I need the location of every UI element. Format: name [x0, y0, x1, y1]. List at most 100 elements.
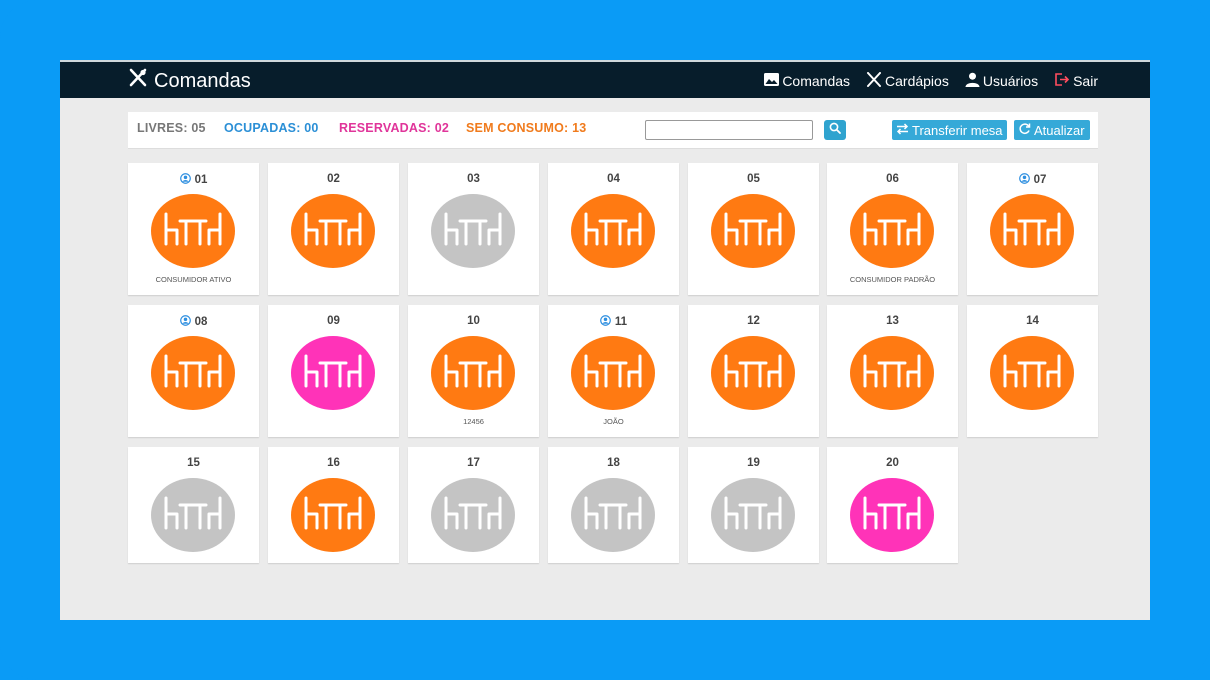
- nav-cardapios[interactable]: Cardápios: [866, 72, 949, 90]
- table-chairs-icon: [442, 209, 504, 254]
- table-card[interactable]: 06 CONSUMIDOR PADRÃO: [827, 163, 958, 295]
- utensils-icon: [128, 68, 154, 94]
- table-caption: CONSUMIDOR ATIVO: [155, 275, 232, 284]
- table-caption: CONSUMIDOR PADRÃO: [849, 275, 936, 284]
- table-number: 02: [268, 173, 399, 185]
- table-card[interactable]: 17: [408, 447, 539, 563]
- table-status-circle[interactable]: [151, 336, 235, 410]
- nav-usuarios[interactable]: Usuários: [965, 72, 1038, 90]
- table-chairs-icon: [722, 493, 784, 538]
- transfer-table-label: Transferir mesa: [912, 122, 1003, 138]
- table-number-text: 19: [747, 457, 760, 469]
- table-chairs-icon: [722, 209, 784, 254]
- table-number-text: 02: [327, 173, 340, 185]
- user-circle-icon: [179, 315, 195, 329]
- table-status-circle[interactable]: [571, 336, 655, 410]
- table-status-circle[interactable]: [431, 478, 515, 552]
- table-card[interactable]: 04: [548, 163, 679, 295]
- table-chairs-icon: [861, 493, 923, 538]
- table-status-circle[interactable]: [571, 478, 655, 552]
- table-status-circle[interactable]: [990, 336, 1074, 410]
- table-number: 11: [548, 315, 679, 329]
- table-number-text: 15: [187, 457, 200, 469]
- search-input[interactable]: [645, 120, 813, 140]
- table-status-circle[interactable]: [571, 194, 655, 268]
- table-chairs-icon: [302, 209, 364, 254]
- table-status-circle[interactable]: [711, 336, 795, 410]
- table-number: 20: [827, 457, 958, 469]
- table-status-circle[interactable]: [711, 194, 795, 268]
- table-card[interactable]: 05: [688, 163, 819, 295]
- table-status-circle[interactable]: [431, 336, 515, 410]
- stat-sem-consumo: SEM CONSUMO: 13: [466, 121, 587, 135]
- table-card[interactable]: 18: [548, 447, 679, 563]
- search-button[interactable]: [824, 120, 846, 140]
- table-card[interactable]: 16: [268, 447, 399, 563]
- user-circle-icon: [1018, 173, 1034, 187]
- app-window: Comandas Comandas Cardápios Usuários Sai…: [60, 60, 1150, 620]
- table-card[interactable]: 20: [827, 447, 958, 563]
- table-card[interactable]: 08: [128, 305, 259, 437]
- search-icon: [829, 121, 841, 139]
- table-card[interactable]: 11 JOÃO: [548, 305, 679, 437]
- table-card[interactable]: 01 CONSUMIDOR ATIVO: [128, 163, 259, 295]
- table-card[interactable]: 03: [408, 163, 539, 295]
- table-chairs-icon: [442, 493, 504, 538]
- refresh-label: Atualizar: [1034, 122, 1085, 138]
- table-card[interactable]: 09: [268, 305, 399, 437]
- table-chairs-icon: [302, 493, 364, 538]
- table-number: 04: [548, 173, 679, 185]
- table-number: 17: [408, 457, 539, 469]
- table-number: 07: [967, 173, 1098, 187]
- table-status-circle[interactable]: [431, 194, 515, 268]
- table-number: 13: [827, 315, 958, 327]
- brand-title: Comandas: [154, 69, 251, 92]
- table-number-text: 16: [327, 457, 340, 469]
- table-card[interactable]: 02: [268, 163, 399, 295]
- table-status-circle[interactable]: [291, 336, 375, 410]
- table-card[interactable]: 15: [128, 447, 259, 563]
- table-number-text: 07: [1033, 174, 1047, 186]
- table-number-text: 11: [614, 316, 628, 328]
- table-status-circle[interactable]: [151, 478, 235, 552]
- nav-usuarios-label: Usuários: [982, 73, 1039, 89]
- brand[interactable]: Comandas: [128, 66, 251, 96]
- table-chairs-icon: [582, 351, 644, 396]
- table-status-circle[interactable]: [291, 194, 375, 268]
- table-number: 18: [548, 457, 679, 469]
- stat-reservadas: RESERVADAS: 02: [339, 121, 450, 135]
- nav-comandas[interactable]: Comandas: [764, 73, 850, 89]
- table-chairs-icon: [162, 351, 224, 396]
- table-card[interactable]: 19: [688, 447, 819, 563]
- table-card[interactable]: 07: [967, 163, 1098, 295]
- table-chairs-icon: [162, 493, 224, 538]
- table-number: 10: [408, 315, 539, 327]
- table-chairs-icon: [162, 209, 224, 254]
- table-number: 01: [128, 173, 259, 187]
- table-number-text: 20: [886, 457, 899, 469]
- table-chairs-icon: [442, 351, 504, 396]
- navbar: Comandas Comandas Cardápios Usuários Sai…: [60, 60, 1150, 98]
- table-status-circle[interactable]: [151, 194, 235, 268]
- transfer-table-button[interactable]: Transferir mesa: [892, 120, 1007, 140]
- user-circle-icon: [600, 315, 615, 329]
- table-number-text: 01: [194, 174, 208, 186]
- nav-sair[interactable]: Sair: [1054, 72, 1098, 90]
- table-number-text: 17: [467, 457, 480, 469]
- table-status-circle[interactable]: [850, 478, 934, 552]
- table-card[interactable]: 10 12456: [408, 305, 539, 437]
- table-status-circle[interactable]: [850, 336, 934, 410]
- table-status-circle[interactable]: [711, 478, 795, 552]
- table-status-circle[interactable]: [990, 194, 1074, 268]
- table-caption: JOÃO: [603, 417, 624, 426]
- table-card[interactable]: 12: [688, 305, 819, 437]
- table-status-circle[interactable]: [850, 194, 934, 268]
- table-card[interactable]: 13: [827, 305, 958, 437]
- table-status-circle[interactable]: [291, 478, 375, 552]
- table-chairs-icon: [582, 493, 644, 538]
- refresh-button[interactable]: Atualizar: [1014, 120, 1090, 140]
- table-card[interactable]: 14: [967, 305, 1098, 437]
- nav-links: Comandas Cardápios Usuários Sair: [764, 66, 1098, 96]
- table-chairs-icon: [861, 351, 923, 396]
- table-number: 19: [688, 457, 819, 469]
